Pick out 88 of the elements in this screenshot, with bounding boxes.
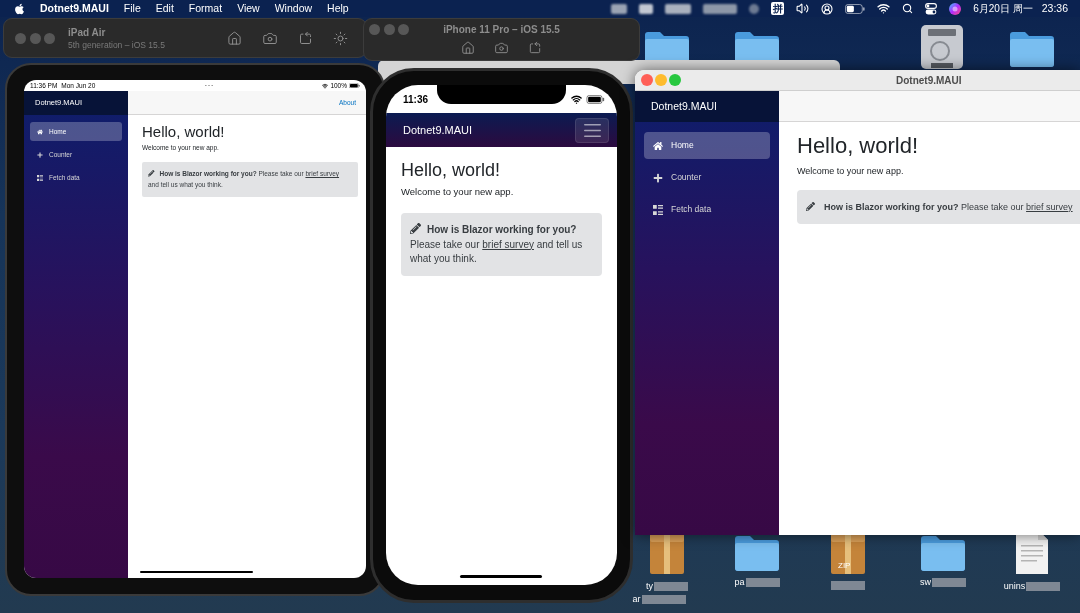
plus-icon — [653, 172, 663, 183]
home-icon — [653, 140, 663, 151]
window-control[interactable] — [383, 24, 395, 35]
camera-icon[interactable] — [262, 30, 278, 46]
icon-label: unins — [1003, 581, 1026, 592]
menu-item[interactable]: Help — [327, 0, 349, 17]
menu-item[interactable]: View — [237, 0, 260, 17]
list-icon — [37, 174, 43, 181]
survey-link[interactable]: brief survey — [482, 238, 534, 250]
control-center-icon[interactable] — [925, 2, 938, 15]
simulator-title: iPad Air — [68, 26, 107, 39]
home-icon[interactable] — [227, 30, 242, 46]
window-control[interactable] — [15, 32, 26, 44]
siri-icon[interactable] — [949, 2, 962, 15]
menu-bar-date[interactable]: 6月20日 周一 — [973, 1, 1033, 16]
pixelated-menu-icon — [611, 3, 628, 14]
window-control[interactable] — [29, 32, 41, 44]
icon-label: ar — [632, 594, 641, 605]
menu-toggle-button[interactable] — [575, 117, 609, 143]
battery-icon — [349, 82, 360, 89]
icon-label: sw — [920, 577, 931, 588]
home-icon — [37, 128, 43, 135]
folder-icon — [920, 534, 966, 571]
wifi-icon — [571, 93, 582, 105]
camera-icon[interactable] — [494, 41, 509, 55]
intro-text: Welcome to your new app. — [797, 165, 904, 177]
volume-icon[interactable] — [796, 2, 810, 15]
nav-item[interactable]: Home — [644, 132, 770, 159]
plus-icon — [37, 151, 43, 158]
window-title: Dotnet9.MAUI — [896, 73, 962, 88]
survey-message: How is Blazor working for you? Please take our brief survey and tell us what you think. — [410, 223, 584, 266]
pixelated-label — [641, 595, 686, 604]
search-icon[interactable] — [902, 3, 914, 14]
brightness-icon[interactable] — [333, 30, 348, 46]
menu-bar-time[interactable]: 23:36 — [1041, 0, 1068, 17]
battery-icon — [586, 94, 605, 104]
icon-label: pa — [734, 577, 745, 588]
rotate-icon[interactable] — [528, 41, 542, 55]
user-icon[interactable] — [821, 2, 834, 15]
page-heading: Hello, world! — [797, 132, 919, 159]
pencil-icon — [410, 223, 421, 234]
app-menu[interactable]: Dotnet9.MAUI — [40, 0, 109, 17]
menu-item[interactable]: Format — [188, 0, 223, 17]
pixelated-label — [745, 578, 780, 587]
icon-label: ty — [646, 581, 653, 592]
apple-menu-icon[interactable] — [14, 2, 25, 15]
window-control[interactable] — [44, 32, 55, 44]
simulator-title: iPhone 11 Pro – iOS 15.5 — [443, 23, 560, 37]
pencil-icon — [148, 170, 155, 177]
pixelated-label — [932, 578, 966, 587]
page-heading: Hello, world! — [142, 123, 225, 141]
status-time: 11:36 — [403, 92, 429, 107]
survey-message: How is Blazor working for you? Please take our brief survey — [806, 200, 1073, 214]
list-icon — [653, 204, 663, 215]
pixelated-menu-icon — [703, 3, 738, 14]
pixelated-label — [831, 581, 865, 590]
app-brand: Dotnet9.MAUI — [651, 98, 717, 114]
page-heading: Hello, world! — [401, 159, 501, 181]
zoom-button[interactable] — [669, 74, 681, 86]
survey-link[interactable]: brief survey — [1026, 201, 1073, 212]
input-method-indicator[interactable]: 拼 — [771, 2, 785, 15]
battery-icon — [845, 3, 866, 14]
file-type-label: ZIP — [838, 561, 851, 570]
nav-item[interactable]: Counter — [644, 164, 770, 191]
rotate-icon[interactable] — [298, 30, 313, 46]
pixelated-menu-icon — [749, 3, 760, 14]
intro-text: Welcome to your new app. — [401, 185, 514, 198]
window-control[interactable] — [369, 24, 380, 35]
menu-item[interactable]: Window — [274, 0, 313, 17]
app-brand: Dotnet9.MAUI — [403, 122, 473, 138]
multitasking-dots-icon — [204, 84, 213, 87]
menu-item[interactable]: File — [123, 0, 141, 17]
nav-item[interactable]: Fetch data — [644, 196, 770, 223]
close-button[interactable] — [641, 74, 653, 86]
folder-icon — [1009, 30, 1055, 67]
home-icon[interactable] — [461, 41, 475, 55]
pixelated-menu-icon — [639, 3, 654, 14]
wifi-icon — [322, 82, 329, 89]
pencil-icon — [806, 201, 815, 211]
folder-icon — [734, 534, 780, 571]
simulator-subtitle: 5th generation – iOS 15.5 — [68, 39, 166, 50]
pixelated-menu-icon — [665, 3, 692, 14]
wifi-icon[interactable] — [877, 2, 891, 15]
menu-item[interactable]: Edit — [155, 0, 174, 17]
pixelated-label — [1026, 582, 1061, 591]
window-control[interactable] — [398, 24, 409, 35]
pixelated-label — [654, 582, 688, 591]
menu-icon — [583, 123, 601, 137]
